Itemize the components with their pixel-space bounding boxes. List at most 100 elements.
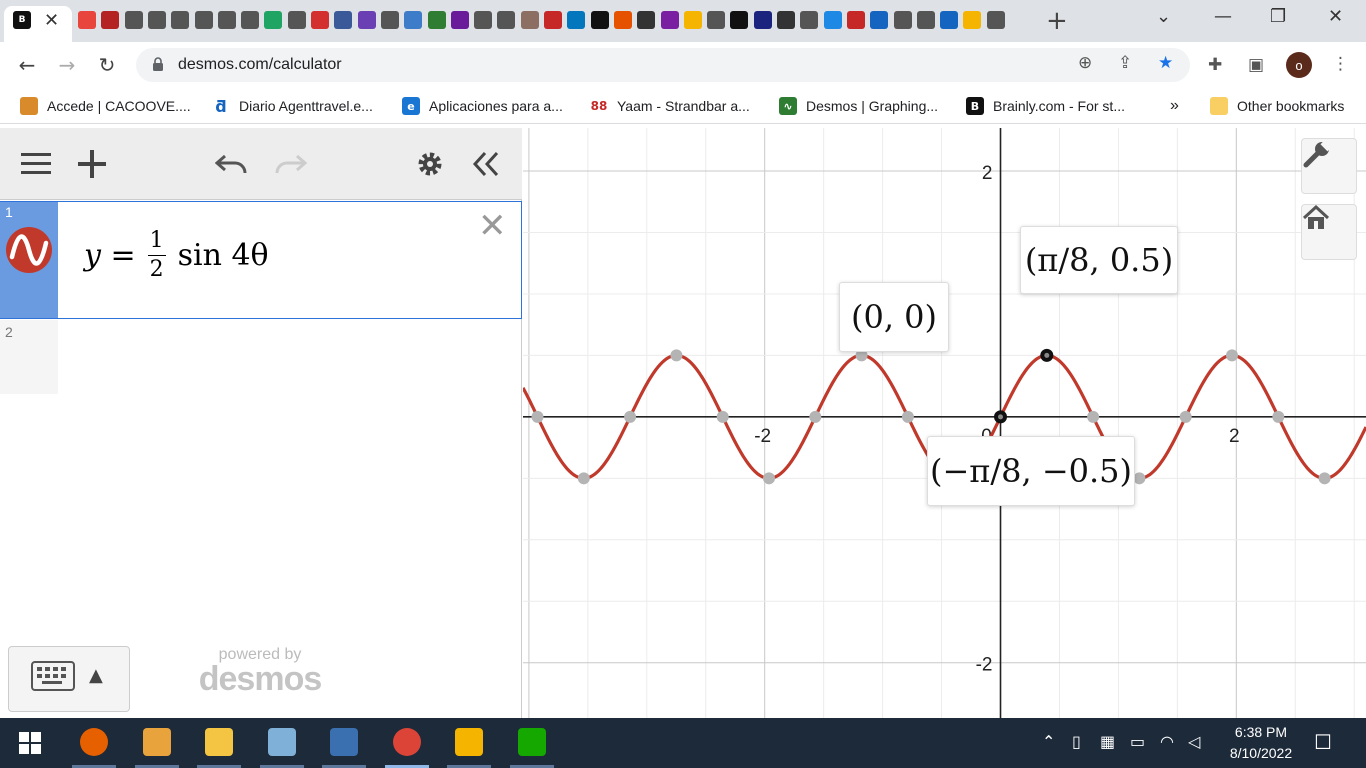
tab-favicon-icon[interactable] [311, 11, 329, 29]
tray-overflow-icon[interactable]: ⌃ [1042, 732, 1055, 751]
graph-paper[interactable]: -2022-2 (π/8, 0.5) (0, 0) (−π/8, −0.5) [523, 128, 1366, 718]
tab-favicon-icon[interactable] [147, 11, 166, 29]
tab-favicon-icon[interactable] [940, 11, 959, 29]
expression-math[interactable]: y = 1 2 sin 4θ [84, 230, 269, 281]
paint-icon[interactable] [267, 728, 296, 756]
delete-expression-icon[interactable]: ✕ [478, 206, 507, 246]
tab-favicon-icon[interactable] [637, 11, 656, 29]
bookmark-item[interactable]: e Aplicaciones para a... [402, 96, 563, 116]
reload-icon[interactable]: ↻ [92, 50, 122, 80]
tab-favicon-icon[interactable] [497, 11, 516, 29]
tab-favicon-icon[interactable] [427, 11, 446, 29]
battery-icon[interactable]: ▭ [1130, 732, 1145, 751]
back-icon[interactable]: ← [12, 50, 42, 80]
tab-favicon-icon[interactable] [520, 11, 539, 29]
tab-favicon-icon[interactable] [660, 11, 679, 29]
tab-favicon-icon[interactable] [963, 11, 982, 29]
active-tab[interactable]: B ✕ [4, 6, 72, 42]
tab-favicon-icon[interactable] [753, 11, 772, 29]
tab-favicon-icon[interactable] [287, 11, 306, 29]
tab-favicon-icon[interactable] [544, 11, 562, 29]
zoom-icon[interactable]: ⊕ [1078, 53, 1092, 73]
tab-favicon-icon[interactable] [683, 11, 702, 29]
expression-row-empty[interactable]: 2 [0, 320, 522, 394]
menu-icon[interactable]: ⋮ [1332, 54, 1349, 74]
tab-favicon-icon[interactable] [357, 11, 376, 29]
system-clock[interactable]: 6:38 PM 8/10/2022 [1222, 722, 1300, 764]
forward-icon[interactable]: → [52, 50, 82, 80]
undo-icon[interactable] [212, 144, 252, 184]
graph-color-toggle-icon[interactable] [6, 227, 52, 273]
profile-avatar[interactable]: o [1286, 52, 1312, 78]
tab-favicon-icon[interactable] [194, 11, 213, 29]
collapse-panel-icon[interactable] [466, 144, 506, 184]
bookmark-item[interactable]: B Brainly.com - For st... [966, 96, 1125, 116]
close-window-icon[interactable]: ✕ [1328, 6, 1343, 27]
tab-favicon-icon[interactable] [777, 11, 795, 29]
point-label-min[interactable]: (−π/8, −0.5) [927, 436, 1135, 506]
tab-favicon-icon[interactable] [380, 11, 399, 29]
tab-favicon-icon[interactable] [171, 11, 190, 29]
bookmark-star-icon[interactable]: ★ [1158, 53, 1173, 73]
powered-by-desmos[interactable]: powered by desmos [198, 646, 323, 696]
library-icon[interactable] [455, 728, 483, 756]
firefox-icon[interactable] [80, 728, 108, 756]
tab-favicon-icon[interactable] [241, 11, 260, 29]
tab-favicon-icon[interactable] [846, 11, 865, 29]
meet-now-icon[interactable]: ▦ [1100, 732, 1115, 751]
wifi-icon[interactable]: ◠ [1160, 732, 1174, 751]
tab-favicon-icon[interactable] [800, 11, 819, 29]
calculator-icon[interactable] [330, 728, 358, 756]
tab-favicon-icon[interactable] [101, 11, 120, 29]
tab-favicon-icon[interactable] [264, 11, 283, 29]
usb-icon[interactable]: ▯ [1072, 732, 1081, 751]
notifications-icon[interactable]: ☐ [1314, 730, 1332, 754]
tab-favicon-icon[interactable] [823, 11, 842, 29]
volume-icon[interactable]: ◁ [1188, 732, 1200, 751]
tab-favicon-icon[interactable] [567, 11, 586, 29]
extensions-icon[interactable]: ✚ [1208, 55, 1222, 75]
tab-favicon-icon[interactable] [590, 11, 609, 29]
add-item-icon[interactable] [72, 144, 112, 184]
share-icon[interactable]: ⇪ [1118, 53, 1132, 73]
graph-settings-wrench-icon[interactable] [1301, 138, 1357, 194]
upwork-icon[interactable] [517, 728, 546, 756]
tab-search-icon[interactable]: ⌄ [1156, 6, 1171, 27]
close-tab-icon[interactable]: ✕ [44, 10, 59, 31]
expression-row[interactable]: 1 y = 1 2 sin 4θ ✕ [0, 201, 522, 319]
address-bar[interactable]: desmos.com/calculator ⊕ ⇪ ★ [136, 48, 1190, 82]
tab-favicon-icon[interactable] [78, 11, 96, 29]
tab-favicon-icon[interactable] [986, 11, 1005, 29]
tab-favicon-icon[interactable] [613, 11, 632, 29]
tab-favicon-icon[interactable] [404, 11, 423, 29]
windows-start-icon[interactable] [19, 732, 41, 754]
graph-canvas[interactable]: -2022-2 [523, 128, 1366, 718]
bookmark-item[interactable]: 88 Yaam - Strandbar a... [590, 96, 750, 116]
side-panel-icon[interactable]: ▣ [1248, 55, 1264, 75]
redo-icon[interactable] [270, 144, 310, 184]
bookmark-item[interactable]: Accede | CACOOVE.... [20, 96, 191, 116]
tab-favicon-icon[interactable] [893, 11, 912, 29]
bookmark-item[interactable]: ∿ Desmos | Graphing... [779, 96, 938, 116]
minimize-icon[interactable]: — [1214, 6, 1232, 27]
tab-favicon-icon[interactable] [730, 11, 749, 29]
settings-gear-icon[interactable] [410, 144, 450, 184]
media-player-icon[interactable] [142, 728, 171, 756]
chrome-icon[interactable] [392, 728, 421, 756]
bookmark-item[interactable]: ƌ Diario Agenttravel.e... [212, 96, 373, 116]
tab-favicon-icon[interactable] [334, 11, 353, 29]
point-label-origin[interactable]: (0, 0) [839, 282, 949, 352]
tab-favicon-icon[interactable] [916, 11, 935, 29]
other-bookmarks[interactable]: Other bookmarks [1210, 96, 1344, 116]
file-explorer-icon[interactable] [205, 728, 233, 756]
hamburger-menu-icon[interactable] [16, 144, 56, 184]
new-tab-button[interactable]: + [1046, 6, 1068, 36]
more-bookmarks-icon[interactable]: » [1170, 96, 1179, 116]
tab-favicon-icon[interactable] [474, 11, 493, 29]
point-label-max[interactable]: (π/8, 0.5) [1020, 226, 1178, 294]
tab-favicon-icon[interactable] [124, 11, 143, 29]
restore-icon[interactable]: ❐ [1270, 6, 1286, 27]
tab-favicon-icon[interactable] [217, 11, 236, 29]
tab-favicon-icon[interactable] [707, 11, 726, 29]
home-zoom-icon[interactable] [1301, 204, 1357, 260]
